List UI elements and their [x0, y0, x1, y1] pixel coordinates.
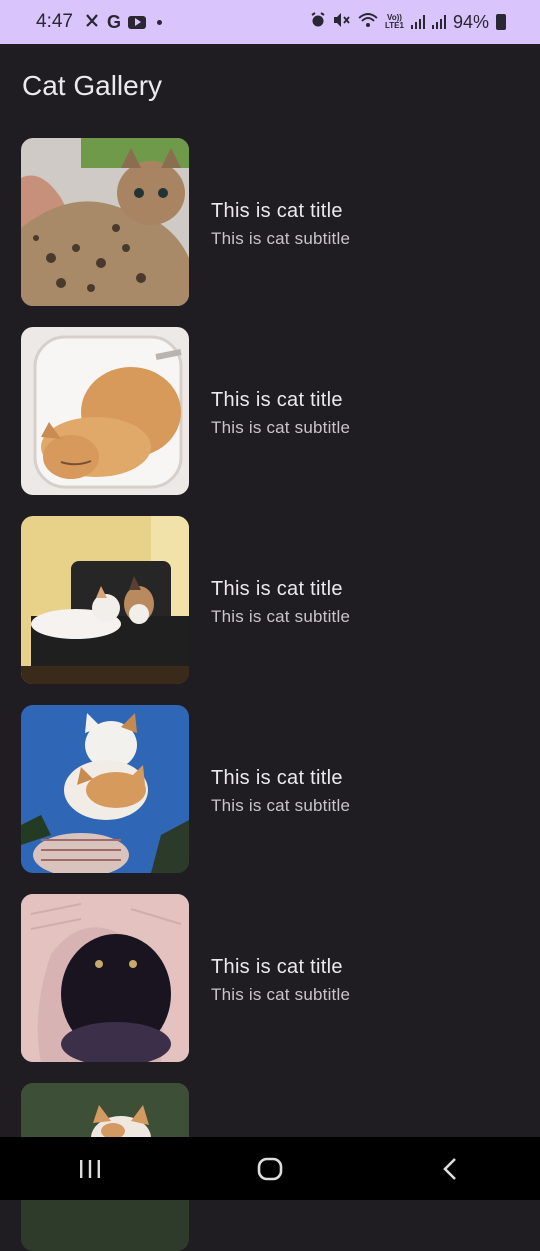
item-title: This is cat title: [211, 578, 343, 600]
home-icon[interactable]: [240, 1149, 300, 1189]
cat-image: [21, 516, 189, 684]
navigation-bar: [0, 1137, 540, 1200]
item-title: This is cat title: [211, 200, 343, 222]
item-texts: This is cat title This is cat subtitle: [211, 578, 350, 627]
signal-icon: [410, 15, 425, 29]
page-title: Cat Gallery: [22, 70, 163, 101]
dot-icon: [157, 19, 162, 25]
list-item[interactable]: This is cat title This is cat subtitle: [0, 894, 540, 1062]
item-subtitle: This is cat subtitle: [211, 607, 351, 626]
signal-icon: [431, 15, 446, 29]
item-subtitle: This is cat subtitle: [211, 985, 351, 1004]
cat-image: [21, 894, 189, 1062]
cat-image: [21, 705, 189, 873]
item-subtitle: This is cat subtitle: [211, 796, 351, 815]
mute-icon: [333, 12, 351, 33]
recents-icon[interactable]: [60, 1149, 120, 1189]
cat-image: [21, 327, 189, 495]
cat-image: [21, 138, 189, 306]
list-item[interactable]: This is cat title This is cat subtitle: [0, 327, 540, 495]
back-icon[interactable]: [420, 1149, 480, 1189]
list-item[interactable]: This is cat title This is cat subtitle: [0, 138, 540, 306]
wifi-icon: [358, 12, 378, 33]
alarm-icon: [310, 11, 326, 33]
item-texts: This is cat title This is cat subtitle: [211, 767, 350, 816]
item-texts: This is cat title This is cat subtitle: [211, 200, 350, 249]
item-texts: This is cat title This is cat subtitle: [211, 389, 350, 438]
status-bar-left: 4:47 G: [36, 11, 162, 33]
battery-icon: [496, 14, 506, 30]
item-subtitle: This is cat subtitle: [211, 418, 351, 437]
item-texts: This is cat title This is cat subtitle: [211, 956, 350, 1005]
youtube-icon: [128, 15, 146, 29]
item-subtitle: This is cat subtitle: [211, 229, 351, 248]
status-bar-right: Vo)) LTE1 94%: [310, 12, 506, 33]
list-item[interactable]: This is cat title This is cat subtitle: [0, 705, 540, 873]
google-icon: G: [106, 11, 121, 32]
volte-icon: Vo)) LTE1: [385, 14, 404, 30]
status-time: 4:47: [36, 11, 73, 32]
battery-percentage: 94%: [452, 11, 489, 32]
item-title: This is cat title: [211, 956, 343, 978]
volte-bottom: LTE1: [385, 21, 404, 30]
item-title: This is cat title: [211, 389, 343, 411]
list-item[interactable]: This is cat title This is cat subtitle: [0, 516, 540, 684]
item-title: This is cat title: [211, 767, 343, 789]
status-bar: 4:47 G Vo)) LTE1 94%: [0, 0, 540, 44]
person-walk-icon: [84, 12, 100, 32]
